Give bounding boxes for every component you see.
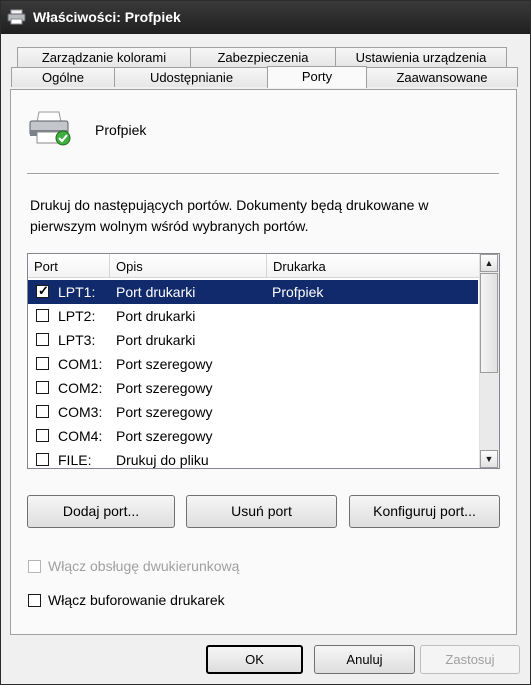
port-description: Port szeregowy xyxy=(116,380,213,396)
scroll-down-arrow-icon[interactable]: ▼ xyxy=(480,450,498,468)
tab-label: Zarządzanie kolorami xyxy=(41,50,167,65)
column-label: Port xyxy=(34,259,58,274)
port-name: LPT3: xyxy=(58,332,96,348)
port-name: COM2: xyxy=(58,380,103,396)
button-label: Konfiguruj port... xyxy=(373,503,476,519)
tab-label: Zaawansowane xyxy=(396,70,488,85)
button-label: Dodaj port... xyxy=(62,503,140,519)
tab-label: Ogólne xyxy=(42,70,84,85)
port-checkbox[interactable] xyxy=(36,357,49,370)
scroll-up-arrow-icon[interactable]: ▲ xyxy=(480,254,498,272)
port-description: Port drukarki xyxy=(116,332,196,348)
port-checkbox[interactable]: ✓ xyxy=(36,283,49,298)
ports-list-scrollbar[interactable]: ▲ ▼ xyxy=(479,254,499,468)
port-name: LPT1: xyxy=(58,284,96,300)
bidirectional-support-checkbox[interactable] xyxy=(28,560,41,573)
column-header-port[interactable]: Port xyxy=(28,254,110,277)
printer-name: Profpiek xyxy=(95,122,147,138)
tab-label: Ustawienia urządzenia xyxy=(355,50,487,65)
tab-device-settings[interactable]: Ustawienia urządzenia xyxy=(335,47,507,67)
configure-port-button[interactable]: Konfiguruj port... xyxy=(349,495,500,528)
port-checkbox[interactable] xyxy=(36,333,49,346)
printer-pooling-label: Włącz buforowanie drukarek xyxy=(48,592,225,608)
tab-color-management[interactable]: Zarządzanie kolorami xyxy=(17,47,191,67)
port-row-lpt2[interactable]: LPT2: Port drukarki xyxy=(28,304,478,328)
tab-general[interactable]: Ogólne xyxy=(11,67,115,87)
column-label: Drukarka xyxy=(273,259,326,274)
column-label: Opis xyxy=(116,259,143,274)
port-checkbox[interactable] xyxy=(36,453,49,466)
title-bar[interactable]: Właściwości: Profpiek xyxy=(1,1,530,34)
port-name: COM1: xyxy=(58,356,103,372)
tab-ports[interactable]: Porty xyxy=(267,66,367,88)
tab-security[interactable]: Zabezpieczenia xyxy=(190,47,336,67)
port-checkbox[interactable] xyxy=(36,405,49,418)
port-row-com3[interactable]: COM3: Port szeregowy xyxy=(28,400,478,424)
port-row-com4[interactable]: COM4: Port szeregowy xyxy=(28,424,478,448)
port-name: COM4: xyxy=(58,428,103,444)
printer-icon xyxy=(29,111,71,146)
properties-window: Właściwości: Profpiek Zarządzanie kolora… xyxy=(0,0,531,685)
checkmark-icon: ✓ xyxy=(38,283,49,298)
port-name: LPT2: xyxy=(58,308,96,324)
port-description: Port szeregowy xyxy=(116,428,213,444)
tab-label: Zabezpieczenia xyxy=(217,50,309,65)
port-row-lpt3[interactable]: LPT3: Port drukarki xyxy=(28,328,478,352)
bidirectional-support-label: Włącz obsługę dwukierunkową xyxy=(48,558,240,574)
port-row-lpt1[interactable]: ✓ LPT1: Port drukarki Profpiek xyxy=(28,280,478,304)
printer-small-icon xyxy=(7,9,26,25)
port-checkbox[interactable] xyxy=(36,381,49,394)
port-description: Port drukarki xyxy=(116,284,196,300)
add-port-button[interactable]: Dodaj port... xyxy=(27,495,175,528)
ok-button[interactable]: OK xyxy=(206,645,303,674)
tab-label: Udostępnianie xyxy=(149,70,234,85)
port-description: Port drukarki xyxy=(116,308,196,324)
port-printer: Profpiek xyxy=(272,284,324,300)
column-header-description[interactable]: Opis xyxy=(110,254,267,277)
button-label: Anuluj xyxy=(346,652,383,667)
tab-row-top: Zarządzanie kolorami Zabezpieczenia Usta… xyxy=(1,47,530,68)
port-row-file[interactable]: FILE: Drukuj do pliku xyxy=(28,448,478,468)
ports-list[interactable]: Port Opis Drukarka ✓ LPT1: Port drukarki… xyxy=(27,253,500,469)
port-row-com2[interactable]: COM2: Port szeregowy xyxy=(28,376,478,400)
port-name: COM3: xyxy=(58,404,103,420)
port-description: Port szeregowy xyxy=(116,356,213,372)
cancel-button[interactable]: Anuluj xyxy=(314,645,415,674)
port-checkbox[interactable] xyxy=(36,309,49,322)
port-name: FILE: xyxy=(58,452,92,468)
port-checkbox[interactable] xyxy=(36,429,49,442)
port-description: Drukuj do pliku xyxy=(116,452,209,468)
separator xyxy=(27,173,499,175)
ports-list-header: Port Opis Drukarka xyxy=(28,254,481,278)
tab-label: Porty xyxy=(301,69,333,84)
tab-advanced[interactable]: Zaawansowane xyxy=(366,67,518,87)
window-title: Właściwości: Profpiek xyxy=(33,9,181,25)
delete-port-button[interactable]: Usuń port xyxy=(186,495,337,528)
port-row-com1[interactable]: COM1: Port szeregowy xyxy=(28,352,478,376)
apply-button[interactable]: Zastosuj xyxy=(420,645,520,674)
tab-row-bottom: Ogólne Udostępnianie Porty Zaawansowane xyxy=(1,66,530,88)
tab-sharing[interactable]: Udostępnianie xyxy=(114,67,269,87)
button-label: OK xyxy=(245,652,264,667)
ports-tab-panel: Profpiek Drukuj do następujących portów.… xyxy=(10,89,517,635)
button-label: Zastosuj xyxy=(445,652,495,667)
port-description: Port szeregowy xyxy=(116,404,213,420)
scrollbar-thumb[interactable] xyxy=(480,273,498,373)
button-label: Usuń port xyxy=(231,503,292,519)
column-header-printer[interactable]: Drukarka xyxy=(267,254,481,277)
ports-description: Drukuj do następujących portów. Dokument… xyxy=(30,197,429,234)
printer-pooling-checkbox[interactable] xyxy=(28,594,41,607)
